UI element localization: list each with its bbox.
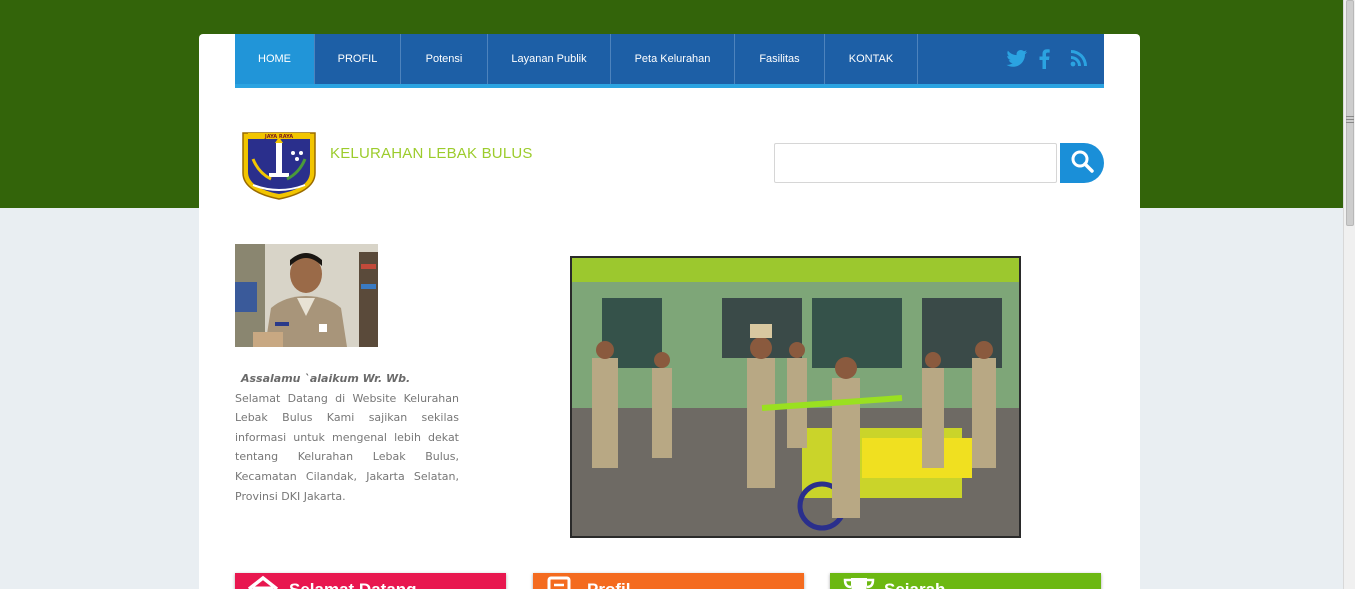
greeting-text: Assalamu `alaikum Wr. Wb. — [241, 372, 411, 385]
rss-icon[interactable] — [1070, 49, 1090, 69]
search-icon — [1070, 149, 1094, 178]
card-label: Profil — [587, 580, 630, 589]
page-container: HOME PROFIL Potensi Layanan Publik Peta … — [199, 34, 1140, 589]
nav-home[interactable]: HOME — [235, 34, 315, 84]
document-icon — [545, 575, 573, 589]
welcome-body-text: Selamat Datang di Website Kelurahan Leba… — [235, 391, 459, 503]
social-links — [1006, 49, 1090, 69]
nav-potensi[interactable]: Potensi — [401, 34, 488, 84]
jakarta-emblem-logo[interactable]: JAYA RAYA — [239, 129, 319, 200]
facebook-icon[interactable] — [1038, 49, 1058, 69]
page-scrollbar[interactable] — [1343, 0, 1355, 589]
official-portrait-photo — [235, 244, 378, 347]
trophy-icon — [842, 575, 876, 589]
nav-fasilitas[interactable]: Fasilitas — [735, 34, 825, 84]
card-label: Sejarah — [884, 580, 945, 589]
card-label: Selamat Datang — [289, 580, 417, 589]
card-sejarah[interactable]: Sejarah — [830, 573, 1101, 589]
scrollbar-grip — [1346, 116, 1354, 123]
search-input[interactable] — [774, 143, 1057, 183]
main-nav: HOME PROFIL Potensi Layanan Publik Peta … — [235, 34, 1104, 88]
nav-peta-kelurahan[interactable]: Peta Kelurahan — [611, 34, 735, 84]
nav-layanan-publik[interactable]: Layanan Publik — [488, 34, 611, 84]
welcome-message: Assalamu `alaikum Wr. Wb. Selamat Datang… — [235, 369, 459, 506]
nav-profil[interactable]: PROFIL — [315, 34, 401, 84]
nav-kontak[interactable]: KONTAK — [825, 34, 918, 84]
card-selamat-datang[interactable]: Selamat Datang — [235, 573, 506, 589]
card-profil[interactable]: Profil — [533, 573, 804, 589]
home-icon — [247, 575, 279, 589]
slideshow-photo[interactable] — [570, 256, 1021, 538]
search-button[interactable] — [1060, 143, 1104, 183]
scrollbar-thumb[interactable] — [1346, 0, 1354, 226]
site-title[interactable]: KELURAHAN LEBAK BULUS — [330, 145, 533, 162]
twitter-icon[interactable] — [1006, 49, 1028, 69]
